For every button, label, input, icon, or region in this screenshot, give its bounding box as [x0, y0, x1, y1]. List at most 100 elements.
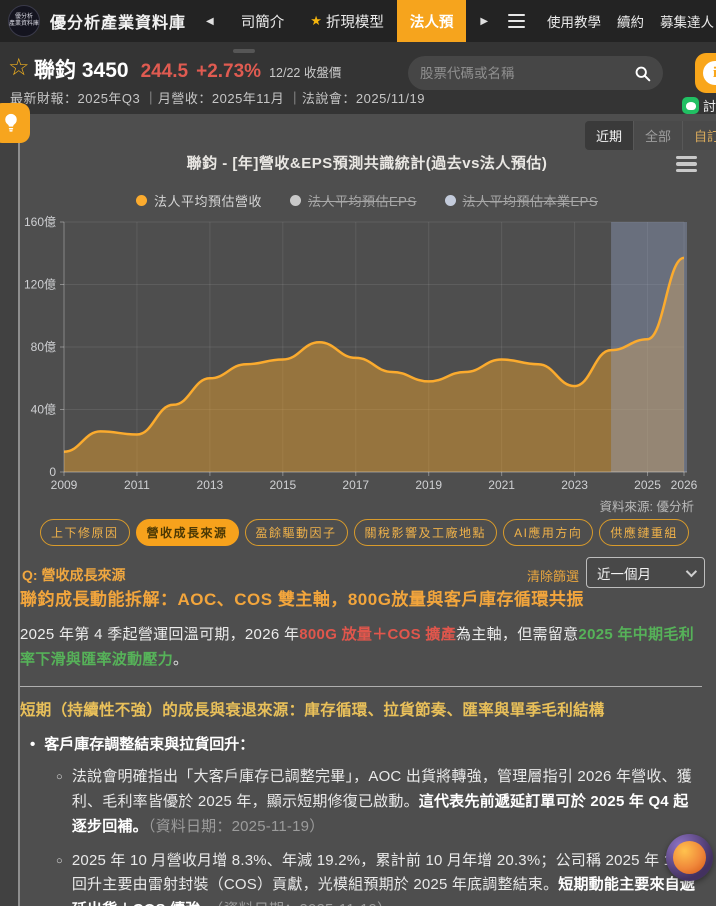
legend-dot-icon [445, 195, 456, 206]
chart-range-toggle: 近期全部自訂 [585, 121, 716, 150]
bullet-title-0: •客戶庫存調整結束與拉貨回升： [30, 734, 702, 757]
y-tick-label: 40億 [31, 403, 56, 417]
x-tick-label: 2023 [561, 478, 588, 492]
nav-tabs: 司簡介★折現模型法人預 [228, 0, 467, 42]
x-tick-label: 2019 [415, 478, 442, 492]
x-tick-label: 2011 [124, 478, 150, 492]
chart-source: 資料來源: 優分析 [600, 496, 694, 515]
legend-item-0[interactable]: 法人平均預估營收 [136, 191, 262, 210]
legend-dot-icon [290, 195, 301, 206]
chat-fab-icon [673, 841, 706, 874]
x-tick-label: 2026 [671, 478, 698, 492]
intro-segment: 。 [173, 651, 188, 668]
stock-price: 244.5 [141, 61, 189, 83]
article-headline: 聯鈞成長動能拆解：AOC、COS 雙主軸，800G放量與客戶庫存循環共振 [20, 588, 702, 613]
info-icon: i [703, 61, 716, 85]
x-tick-label: 2021 [488, 478, 515, 492]
filter-pill-5[interactable]: 供應鏈重組 [599, 519, 689, 546]
analysis-article: 聯鈞成長動能拆解：AOC、COS 雙主軸，800G放量與客戶庫存循環共振 202… [20, 588, 702, 906]
favorite-star-icon[interactable]: ☆ [8, 56, 30, 80]
clear-filter-link[interactable]: 清除篩選 [527, 566, 579, 585]
chart-legend: 法人平均預估營收 法人平均預估EPS 法人平均預估本業EPS [18, 191, 716, 210]
line-chat-link[interactable]: 討 [682, 96, 716, 115]
info-button[interactable]: i [695, 53, 716, 93]
x-tick-label: 2015 [269, 478, 296, 492]
nav-link-0[interactable]: 使用教學 [547, 11, 601, 31]
topic-filter-pills: 上下修原因營收成長來源盈餘驅動因子關稅影響及工廠地點AI應用方向供應鏈重組 [40, 519, 689, 546]
y-tick-label: 80億 [31, 340, 56, 354]
search-input[interactable] [420, 66, 634, 81]
nav-item-1[interactable]: ★折現模型 [297, 0, 397, 42]
chart-menu-icon[interactable] [675, 154, 698, 174]
stock-name: 聯鈞 3450 [34, 54, 129, 84]
article-section-title: 短期（持續性不強）的成長與衰退來源：庫存循環、拉貨節奏、匯率與單季毛利結構 [20, 699, 702, 722]
period-value: 近一個月 [597, 563, 651, 583]
filter-pill-2[interactable]: 盈餘驅動因子 [245, 519, 348, 546]
nav-menu-icon[interactable] [502, 10, 531, 32]
nav-item-2[interactable]: 法人預 [397, 0, 467, 42]
article-intro: 2025 年第 4 季起營運回溫可期，2026 年800G 放量＋COS 擴產為… [20, 622, 702, 673]
y-tick-label: 0 [49, 465, 56, 479]
app-screen: 優分析 產業資料庫 優分析產業資料庫 ◀ 司簡介★折現模型法人預 ▶ 使用教學續… [0, 0, 716, 906]
x-tick-label: 2017 [342, 478, 369, 492]
tips-bulb-button[interactable] [0, 103, 30, 143]
sub-bullet-marker: ○ [56, 765, 63, 839]
filter-pill-4[interactable]: AI應用方向 [503, 519, 593, 546]
line-icon [682, 97, 699, 114]
price-note: 12/22 收盤價 [269, 62, 341, 81]
stock-title-row: 聯鈞 3450 244.5 +2.73% 12/22 收盤價 [34, 54, 341, 84]
stock-meta: 最新財報：2025年Q3 ｜月營收：2025年11月 ｜法說會：2025/11/… [10, 88, 425, 107]
app-logo[interactable]: 優分析 產業資料庫 [8, 5, 40, 37]
sub-bullet-text: 法說會明確指出「大客戶庫存已調整完畢」，AOC 出貨將轉強，管理層指引 2026… [72, 765, 702, 839]
legend-label: 法人平均預估本業EPS [463, 191, 599, 210]
nav-link-1[interactable]: 續約 [617, 11, 644, 31]
drag-handle[interactable] [233, 49, 255, 53]
sub-bullet-0-0: ○法說會明確指出「大客戶庫存已調整完畢」，AOC 出貨將轉強，管理層指引 202… [56, 765, 702, 839]
nav-link-2[interactable]: 募集達人 [660, 11, 714, 31]
legend-label: 法人平均預估營收 [154, 191, 262, 210]
question-label: Q: 營收成長來源 [22, 565, 125, 585]
nav-next-arrow-icon[interactable]: ▶ [476, 12, 492, 31]
range-button-0[interactable]: 近期 [585, 121, 633, 150]
chat-fab-button[interactable] [666, 834, 713, 881]
nav-item-0[interactable]: 司簡介 [228, 0, 298, 42]
search-icon[interactable] [634, 65, 651, 82]
intro-segment: 2025 年第 4 季起營運回溫可期，2026 年 [20, 626, 299, 643]
legend-dot-icon [136, 195, 147, 206]
divider [20, 686, 702, 687]
bullet-title-text: 客戶庫存調整結束與拉貨回升： [44, 734, 254, 757]
sub-bullet-0-1: ○2025 年 10 月營收月增 8.3%、年減 19.2%，累計前 10 月年… [56, 849, 702, 906]
y-tick-label: 120億 [24, 278, 56, 292]
filter-pill-0[interactable]: 上下修原因 [40, 519, 130, 546]
nav-item-label: 法人預 [410, 11, 454, 32]
y-tick-label: 160億 [24, 215, 56, 229]
legend-item-2[interactable]: 法人平均預估本業EPS [445, 191, 599, 210]
period-dropdown[interactable]: 近一個月 [586, 557, 705, 588]
stock-header: ☆ 聯鈞 3450 244.5 +2.73% 12/22 收盤價 最新財報：20… [0, 42, 716, 114]
line-chat-label: 討 [703, 96, 716, 115]
app-title: 優分析產業資料庫 [50, 9, 186, 33]
stock-search [408, 56, 663, 90]
chevron-down-icon [686, 565, 697, 576]
article-bullets: •客戶庫存調整結束與拉貨回升： ○法說會明確指出「大客戶庫存已調整完畢」，AOC … [20, 734, 702, 906]
stock-change: +2.73% [196, 61, 261, 83]
x-tick-label: 2013 [197, 478, 224, 492]
top-navbar: 優分析 產業資料庫 優分析產業資料庫 ◀ 司簡介★折現模型法人預 ▶ 使用教學續… [0, 0, 716, 42]
star-icon: ★ [310, 13, 322, 29]
sub-bullet-text: 2025 年 10 月營收月增 8.3%、年減 19.2%，累計前 10 月年增… [72, 849, 702, 906]
nav-item-label: 折現模型 [326, 11, 384, 32]
filter-pill-1[interactable]: 營收成長來源 [136, 519, 239, 546]
legend-item-1[interactable]: 法人平均預估EPS [290, 191, 417, 210]
range-button-2[interactable]: 自訂 [682, 121, 716, 150]
logo-text-2: 產業資料庫 [9, 21, 39, 28]
revenue-area-chart[interactable]: 040億80億120億160億2009201120132015201720192… [0, 212, 716, 512]
legend-label: 法人平均預估EPS [308, 191, 417, 210]
logo-text-1: 優分析 [15, 14, 33, 21]
nav-item-label: 司簡介 [241, 11, 285, 32]
sub-bullet-marker: ○ [56, 849, 63, 906]
nav-prev-arrow-icon[interactable]: ◀ [202, 12, 218, 31]
filter-pill-3[interactable]: 關稅影響及工廠地點 [354, 519, 498, 546]
x-tick-label: 2025 [634, 478, 661, 492]
text-segment: （資料日期：2025-11-19） [216, 901, 393, 906]
range-button-1[interactable]: 全部 [633, 121, 682, 150]
